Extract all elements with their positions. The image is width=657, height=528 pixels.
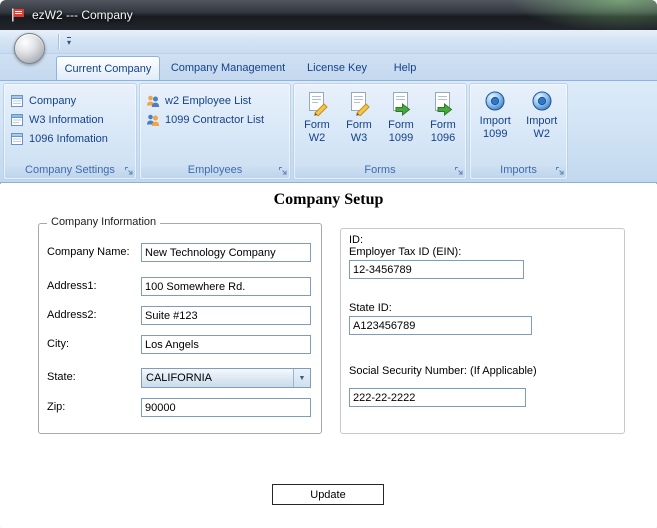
desktop-glow	[502, 0, 657, 34]
state-select[interactable]: CALIFORNIA ▼	[141, 368, 311, 388]
tab-help[interactable]: Help	[382, 56, 428, 80]
app-logo-icon	[12, 8, 24, 22]
dialog-launcher-icon[interactable]	[555, 166, 565, 176]
form-w2-label-bottom: W2	[308, 132, 326, 144]
application-orb-button[interactable]	[14, 33, 45, 64]
ribbon: Company W3 Information 1096 Infomation C…	[0, 80, 657, 183]
zip-label: Zip:	[47, 401, 66, 413]
company-icon	[11, 95, 23, 107]
w2-employee-list-item[interactable]: w2 Employee List	[145, 93, 286, 109]
form-w2-label-top: Form	[304, 119, 330, 131]
tab-license-key[interactable]: License Key	[296, 56, 378, 80]
state-id-input[interactable]	[349, 316, 532, 335]
group-label-employees: Employees	[141, 163, 289, 178]
window-title: ezW2 --- Company	[32, 8, 133, 22]
form-1096-label-top: Form	[430, 119, 456, 131]
dialog-launcher-icon[interactable]	[278, 166, 288, 176]
company-name-input[interactable]	[141, 243, 311, 262]
company-information-legend: Company Information	[47, 216, 161, 228]
employees-icon	[147, 95, 160, 107]
form-1099-button[interactable]: Form 1099	[380, 88, 422, 145]
zip-input[interactable]	[141, 398, 311, 417]
app-window: ezW2 --- Company ▾ Current Company Compa…	[0, 0, 657, 528]
page-title: Company Setup	[273, 191, 384, 208]
state-label: State:	[47, 371, 76, 383]
form-w2-icon	[309, 92, 328, 116]
company-settings-items: Company W3 Information 1096 Infomation	[9, 93, 132, 147]
group-label-forms: Forms	[295, 163, 465, 178]
form-1099-label-top: Form	[388, 119, 414, 131]
title-bar[interactable]: ezW2 --- Company	[0, 0, 657, 34]
dialog-launcher-icon[interactable]	[454, 166, 464, 176]
form-1096-information-item[interactable]: 1096 Infomation	[9, 131, 132, 147]
contractor-list-item[interactable]: 1099 Contractor List	[145, 112, 286, 128]
chevron-down-icon: ▼	[298, 374, 306, 382]
imports-buttons: Import 1099 Import W2	[472, 88, 565, 141]
address1-label: Address1:	[47, 280, 97, 292]
w3-information-item[interactable]: W3 Information	[9, 112, 132, 128]
form-1096-information-label: 1096 Infomation	[29, 133, 108, 145]
ssn-label: Social Security Number: (If Applicable)	[349, 365, 537, 377]
main-content: Company Setup Company Information Compan…	[0, 184, 657, 528]
company-information-groupbox: Company Information Company Name: Addres…	[38, 216, 322, 434]
city-input[interactable]	[141, 335, 311, 354]
import-w2-button[interactable]: Import W2	[521, 88, 563, 141]
employees-items: w2 Employee List 1099 Contractor List	[145, 93, 286, 128]
company-name-label: Company Name:	[47, 246, 130, 258]
import-w2-icon	[532, 91, 552, 111]
address2-label: Address2:	[47, 309, 97, 321]
tab-current-company[interactable]: Current Company	[56, 56, 160, 80]
import-1099-button[interactable]: Import 1099	[474, 88, 516, 141]
form-w3-label-bottom: W3	[350, 132, 368, 144]
form-w3-button[interactable]: Form W3	[338, 88, 380, 145]
state-selected-value: CALIFORNIA	[146, 372, 213, 384]
form-1096-info-icon	[11, 133, 23, 145]
ribbon-group-employees: w2 Employee List 1099 Contractor List Em…	[139, 83, 291, 180]
ein-input[interactable]	[349, 260, 524, 279]
form-w3-label-top: Form	[346, 119, 372, 131]
form-1096-label-bottom: 1096	[430, 132, 456, 144]
city-label: City:	[47, 338, 69, 350]
import-1099-label-top: Import	[479, 115, 511, 127]
ein-label: Employer Tax ID (EIN):	[349, 246, 462, 258]
forms-buttons: Form W2 Form W3 Form 1099 Form 1096	[296, 88, 464, 145]
form-1099-label-bottom: 1099	[388, 132, 414, 144]
ribbon-group-imports: Import 1099 Import W2 Imports	[469, 83, 568, 180]
form-1096-icon	[435, 92, 453, 116]
address1-input[interactable]	[141, 277, 311, 296]
import-1099-icon	[485, 91, 505, 111]
import-w2-label-top: Import	[526, 115, 558, 127]
id-groupbox: ID: Employer Tax ID (EIN): State ID: Soc…	[340, 228, 625, 434]
ribbon-group-company-settings: Company W3 Information 1096 Infomation C…	[3, 83, 137, 180]
contractor-list-label: 1099 Contractor List	[165, 114, 265, 126]
address2-input[interactable]	[141, 306, 311, 325]
company-menu-label: Company	[29, 95, 77, 107]
group-label-company-settings: Company Settings	[5, 163, 135, 178]
ribbon-group-forms: Form W2 Form W3 Form 1099 Form 1096 Form…	[293, 83, 467, 180]
import-1099-label-bottom: 1099	[483, 128, 508, 140]
contractor-icon	[147, 114, 160, 126]
form-w3-icon	[351, 92, 370, 116]
state-id-label: State ID:	[349, 302, 392, 314]
company-menu-item[interactable]: Company	[9, 93, 132, 109]
ssn-input[interactable]	[349, 388, 526, 407]
form-1099-icon	[393, 92, 411, 116]
qat-dropdown-icon[interactable]: ▾	[67, 37, 72, 47]
w3-information-label: W3 Information	[29, 114, 104, 126]
tab-company-management[interactable]: Company Management	[164, 56, 292, 80]
w3-form-icon	[11, 114, 23, 126]
group-label-imports: Imports	[471, 163, 566, 178]
form-w2-button[interactable]: Form W2	[296, 88, 338, 145]
qat-separator	[58, 34, 59, 49]
w2-employee-list-label: w2 Employee List	[165, 95, 252, 107]
combo-dropdown-button[interactable]: ▼	[293, 369, 310, 387]
ribbon-tab-row: Current Company Company Management Licen…	[0, 54, 657, 80]
update-button[interactable]: Update	[272, 484, 384, 505]
id-heading: ID:	[349, 234, 364, 246]
import-w2-label-bottom: W2	[533, 128, 551, 140]
dialog-launcher-icon[interactable]	[124, 166, 134, 176]
quick-access-toolbar: ▾	[0, 30, 657, 54]
form-1096-button[interactable]: Form 1096	[422, 88, 464, 145]
